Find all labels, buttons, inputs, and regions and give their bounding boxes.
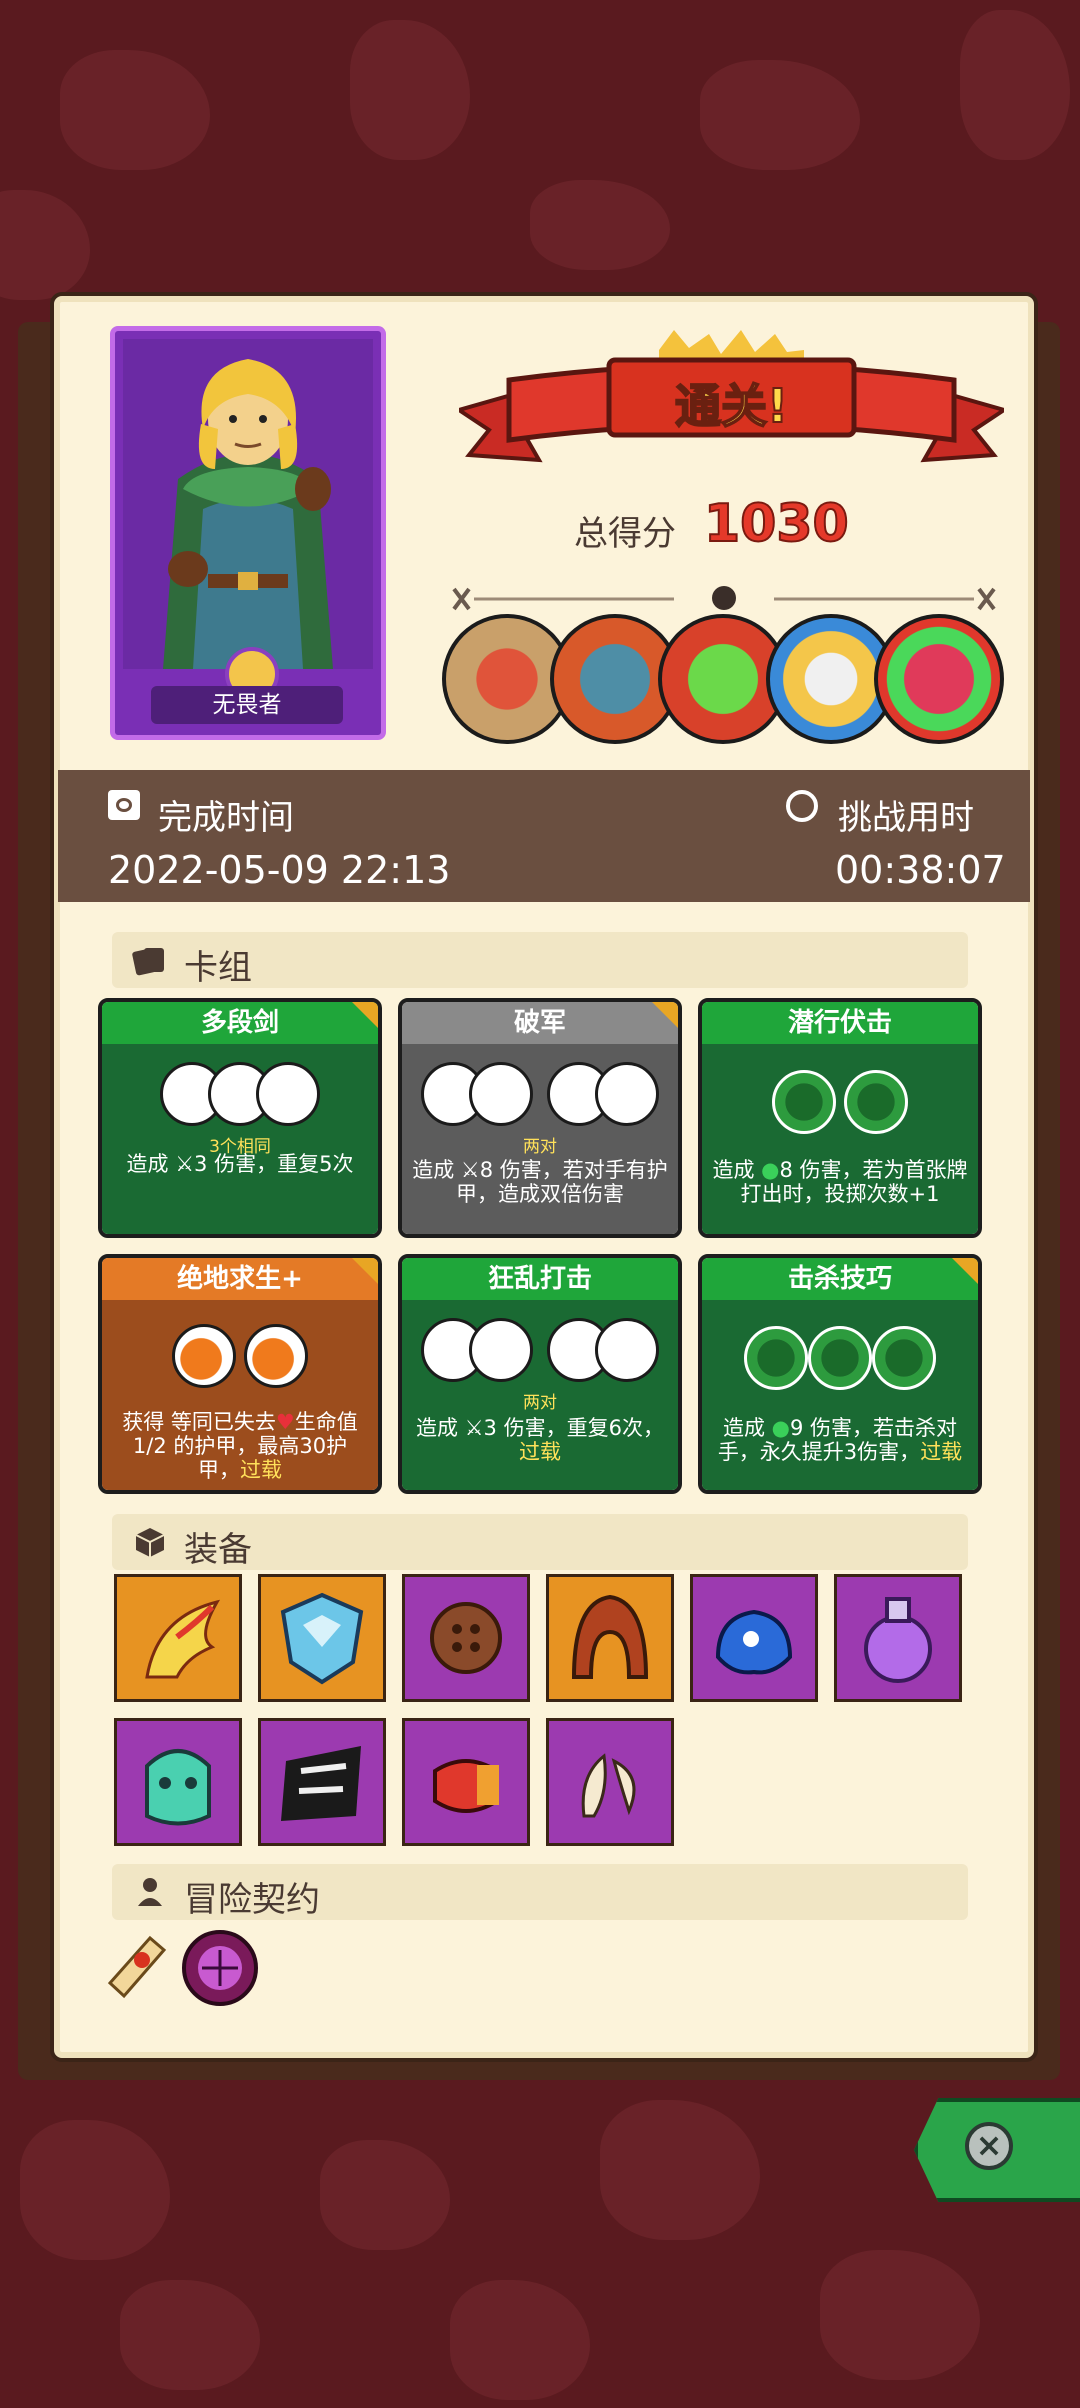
score-label: 总得分 (574, 514, 676, 554)
contract-scroll-icon[interactable] (100, 1928, 172, 2004)
card-title: 击杀技巧 (702, 1258, 978, 1300)
poison-icon: ● (761, 1158, 780, 1182)
contract-section-header: 冒险契约 (112, 1864, 968, 1920)
card-multi-slash[interactable]: 多段剑 3个相同 造成 ⚔3 伤害，重复5次 (98, 998, 382, 1238)
contract-orb-icon[interactable] (178, 1928, 262, 2008)
duration-value: 00:38:07 (835, 848, 1006, 892)
dice-slots (702, 1070, 978, 1136)
victory-title: 通关! (674, 378, 789, 434)
card-armor-break[interactable]: 破军 两对 造成 ⚔8 伤害，若对手有护甲，造成双倍伤害 (398, 998, 682, 1238)
box-icon (132, 1526, 168, 1558)
boss-portrait[interactable] (874, 614, 1004, 744)
dice-slots (402, 1062, 678, 1128)
equipment-ice-shield[interactable] (258, 1574, 386, 1702)
equipment-shadow-rune[interactable] (258, 1718, 386, 1846)
finish-time-label: 完成时间 (158, 798, 294, 838)
deck-section-title: 卡组 (184, 948, 252, 988)
card-last-stand[interactable]: 绝地求生+ 获得 等同已失去♥生命值1/2 的护甲，最高30护甲，过载 (98, 1254, 382, 1494)
poison-icon: ● (771, 1416, 790, 1440)
card-description: 造成 ⚔3 伤害，重复5次 (126, 1152, 354, 1176)
sword-icon: ⚔ (460, 1158, 480, 1182)
time-info-bar: 完成时间 2022-05-09 22:13 挑战用时 00:38:07 (58, 770, 1030, 902)
card-hint: 两对 (523, 1137, 557, 1157)
dice-slots (702, 1326, 978, 1392)
equipment-section-title: 装备 (184, 1530, 252, 1570)
victory-banner: 通关! (454, 330, 1009, 480)
card-kill-technique[interactable]: 击杀技巧 造成 ●9 伤害，若击杀对手，永久提升3伤害，过载 (698, 1254, 982, 1494)
equipment-purple-potion[interactable] (834, 1574, 962, 1702)
cards-icon (132, 944, 168, 976)
card-title: 破军 (402, 1002, 678, 1044)
equipment-wooden-button[interactable] (402, 1574, 530, 1702)
boss-divider (444, 584, 1004, 614)
close-icon[interactable]: × (965, 2122, 1013, 2170)
card-stealth-ambush[interactable]: 潜行伏击 造成 ●8 伤害，若为首张牌打出时，投掷次数+1 (698, 998, 982, 1238)
duration-label: 挑战用时 (838, 798, 974, 838)
dice-slots (102, 1324, 378, 1390)
card-hint: 两对 (523, 1393, 557, 1413)
contract-section-title: 冒险契约 (184, 1880, 320, 1920)
card-description: 造成 ●9 伤害，若击杀对手，永久提升3伤害，过载 (717, 1416, 963, 1464)
hero-card[interactable]: 无畏者 (110, 326, 386, 740)
equipment-fire-feather[interactable] (114, 1574, 242, 1702)
stopwatch-icon (786, 790, 818, 822)
card-title: 绝地求生+ (102, 1258, 378, 1300)
card-description: 造成 ⚔8 伤害，若对手有护甲，造成双倍伤害 (412, 1158, 668, 1206)
card-title: 潜行伏击 (702, 1002, 978, 1044)
equipment-blue-slime[interactable] (690, 1574, 818, 1702)
dice-slots (402, 1318, 678, 1384)
finish-time-value: 2022-05-09 22:13 (108, 848, 451, 892)
deck-section-header: 卡组 (112, 932, 968, 988)
hero-name: 无畏者 (151, 686, 343, 724)
sword-icon: ⚔ (175, 1152, 195, 1176)
score-value: 1030 (703, 493, 850, 555)
equipment-bone-charm[interactable] (546, 1718, 674, 1846)
calendar-icon (108, 790, 140, 820)
card-description: 获得 等同已失去♥生命值1/2 的护甲，最高30护甲，过载 (122, 1410, 358, 1482)
card-title: 狂乱打击 (402, 1258, 678, 1300)
equipment-section-header: 装备 (112, 1514, 968, 1570)
sword-icon: ⚔ (464, 1416, 484, 1440)
result-panel: 无畏者 通关! 总得分 1030 完成时间 2022-05-09 22:13 挑… (50, 292, 1038, 2062)
heart-icon: ♥ (275, 1410, 295, 1434)
person-icon (132, 1876, 168, 1908)
equipment-leather-hood[interactable] (546, 1574, 674, 1702)
card-title: 多段剑 (102, 1002, 378, 1044)
equipment-fang-bracer[interactable] (402, 1718, 530, 1846)
hero-portrait (123, 339, 373, 669)
equipment-green-helm[interactable] (114, 1718, 242, 1846)
card-description: 造成 ⚔3 伤害，重复6次，过载 (416, 1416, 664, 1464)
card-description: 造成 ●8 伤害，若为首张牌打出时，投掷次数+1 (712, 1158, 968, 1206)
card-frenzy-strike[interactable]: 狂乱打击 两对 造成 ⚔3 伤害，重复6次，过载 (398, 1254, 682, 1494)
dice-slots (102, 1062, 378, 1128)
defeated-bosses (442, 614, 1012, 744)
